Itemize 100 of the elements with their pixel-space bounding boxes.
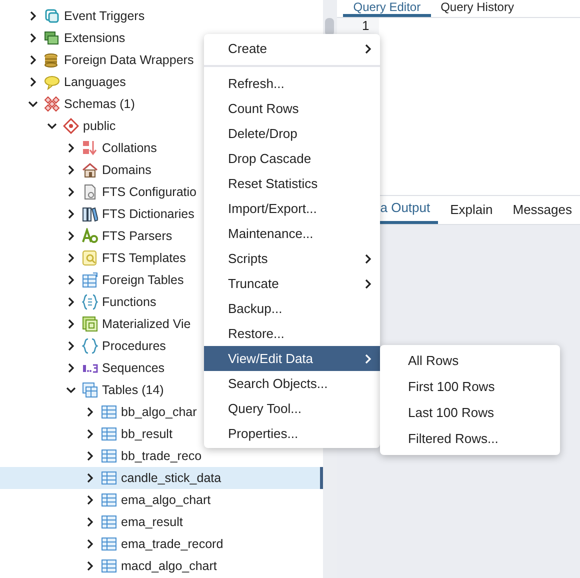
tree-item-label: Collations bbox=[102, 140, 157, 157]
chevron-right-icon[interactable] bbox=[66, 297, 76, 307]
menu-item[interactable]: Filtered Rows... bbox=[380, 426, 560, 452]
table-icon bbox=[101, 404, 117, 420]
tree-item-label: ema_trade_record bbox=[121, 536, 224, 553]
menu-item[interactable]: All Rows bbox=[380, 348, 560, 374]
chevron-right-icon[interactable] bbox=[66, 187, 76, 197]
tree-item-label: bb_result bbox=[121, 426, 172, 443]
tree-item[interactable]: candle_stick_data bbox=[0, 467, 323, 489]
tree-item-label: FTS Configuratio bbox=[102, 184, 196, 201]
output-tab[interactable]: Explain bbox=[442, 195, 501, 224]
chevron-right-icon[interactable] bbox=[85, 473, 95, 483]
table-arrow-icon bbox=[82, 272, 98, 288]
table-icon bbox=[101, 448, 117, 464]
chevron-right-icon[interactable] bbox=[66, 319, 76, 329]
menu-item[interactable]: Properties... bbox=[204, 421, 380, 446]
tree-item-label: Languages bbox=[64, 74, 126, 91]
menu-item[interactable]: Delete/Drop bbox=[204, 121, 380, 146]
chevron-right-icon[interactable] bbox=[66, 209, 76, 219]
chevron-right-icon[interactable] bbox=[85, 517, 95, 527]
menu-item[interactable]: Restore... bbox=[204, 321, 380, 346]
tree-item[interactable]: ema_trade_record bbox=[0, 533, 323, 555]
document-gear-icon bbox=[82, 184, 98, 200]
menu-item[interactable]: Create bbox=[204, 36, 380, 61]
menu-item[interactable]: First 100 Rows bbox=[380, 374, 560, 400]
tree-item-label: Foreign Data Wrappers bbox=[64, 52, 194, 69]
tree-item-label: FTS Templates bbox=[102, 250, 186, 267]
sort-arrow-icon bbox=[82, 140, 98, 156]
chevron-right-icon[interactable] bbox=[28, 33, 38, 43]
chevron-right-icon[interactable] bbox=[66, 253, 76, 263]
chevron-right-icon[interactable] bbox=[66, 143, 76, 153]
chevron-right-icon[interactable] bbox=[66, 165, 76, 175]
stacked-pages-icon bbox=[44, 30, 60, 46]
diamond-cluster-icon bbox=[44, 96, 60, 112]
menu-item[interactable]: View/Edit Data bbox=[204, 346, 380, 371]
menu-item[interactable]: Count Rows bbox=[204, 96, 380, 121]
chevron-right-icon[interactable] bbox=[66, 231, 76, 241]
tree-item[interactable]: Event Triggers bbox=[0, 5, 323, 27]
chevron-right-icon[interactable] bbox=[66, 341, 76, 351]
tree-item-label: ema_algo_chart bbox=[121, 492, 211, 509]
letter-pair-icon bbox=[82, 228, 98, 244]
menu-item[interactable]: Maintenance... bbox=[204, 221, 380, 246]
table-icon bbox=[101, 426, 117, 442]
output-tab[interactable]: Messages bbox=[504, 195, 580, 224]
tree-item-label: public bbox=[83, 118, 116, 135]
editor-tab[interactable]: Query History bbox=[430, 0, 524, 17]
table-icon bbox=[101, 470, 117, 486]
tree-item-label: Functions bbox=[102, 294, 156, 311]
tree-item-label: Schemas (1) bbox=[64, 96, 135, 113]
table-icon bbox=[101, 492, 117, 508]
chevron-right-icon[interactable] bbox=[85, 561, 95, 571]
tree-item-label: Tables (14) bbox=[102, 382, 164, 399]
menu-item[interactable]: Drop Cascade bbox=[204, 146, 380, 171]
tree-item[interactable]: macd_algo_chart bbox=[0, 555, 323, 577]
speech-bubble-icon bbox=[44, 74, 60, 90]
chevron-right-icon[interactable] bbox=[85, 539, 95, 549]
menu-item[interactable]: Scripts bbox=[204, 246, 380, 271]
tree-item[interactable]: ema_result bbox=[0, 511, 323, 533]
coin-stack-icon bbox=[44, 52, 60, 68]
magnifier-page-icon bbox=[82, 250, 98, 266]
chevron-down-icon[interactable] bbox=[47, 121, 57, 131]
menu-item[interactable]: Backup... bbox=[204, 296, 380, 321]
chevron-down-icon[interactable] bbox=[66, 385, 76, 395]
chevron-right-icon[interactable] bbox=[85, 429, 95, 439]
tree-item-label: bb_algo_char bbox=[121, 404, 197, 421]
tree-item-label: Materialized Vie bbox=[102, 316, 191, 333]
books-icon bbox=[82, 206, 98, 222]
chevron-down-icon[interactable] bbox=[28, 99, 38, 109]
menu-item[interactable]: Last 100 Rows bbox=[380, 400, 560, 426]
tree-item-label: ema_result bbox=[121, 514, 183, 531]
menu-item[interactable]: Reset Statistics bbox=[204, 171, 380, 196]
tree-item-label: Procedures bbox=[102, 338, 166, 355]
tree-item-label: Foreign Tables bbox=[102, 272, 184, 289]
menu-item[interactable]: Query Tool... bbox=[204, 396, 380, 421]
tree-item-label: Event Triggers bbox=[64, 8, 145, 25]
tree-item-label: FTS Dictionaries bbox=[102, 206, 194, 223]
chevron-right-icon[interactable] bbox=[66, 363, 76, 373]
menu-item[interactable]: Refresh... bbox=[204, 71, 380, 96]
tree-item-label: candle_stick_data bbox=[121, 470, 222, 487]
chevron-right-icon[interactable] bbox=[85, 495, 95, 505]
braces-icon bbox=[82, 338, 98, 354]
diamond-icon bbox=[63, 118, 79, 134]
tree-item[interactable]: bb_trade_reco bbox=[0, 445, 323, 467]
chevron-right-icon[interactable] bbox=[85, 451, 95, 461]
chevron-right-icon[interactable] bbox=[66, 275, 76, 285]
menu-item[interactable]: Truncate bbox=[204, 271, 380, 296]
menu-item[interactable]: Search Objects... bbox=[204, 371, 380, 396]
tree-item-label: macd_algo_chart bbox=[121, 558, 217, 575]
table-icon bbox=[101, 558, 117, 574]
chevron-right-icon[interactable] bbox=[28, 55, 38, 65]
chevron-right-icon[interactable] bbox=[85, 407, 95, 417]
layered-squares-icon bbox=[82, 316, 98, 332]
chevron-right-icon[interactable] bbox=[28, 11, 38, 21]
tree-item-label: Sequences bbox=[102, 360, 165, 377]
house-icon bbox=[82, 162, 98, 178]
chevron-right-icon[interactable] bbox=[28, 77, 38, 87]
stacked-squares-icon bbox=[44, 8, 60, 24]
tree-item-label: Domains bbox=[102, 162, 152, 179]
tree-item[interactable]: ema_algo_chart bbox=[0, 489, 323, 511]
tables-icon bbox=[82, 382, 98, 398]
